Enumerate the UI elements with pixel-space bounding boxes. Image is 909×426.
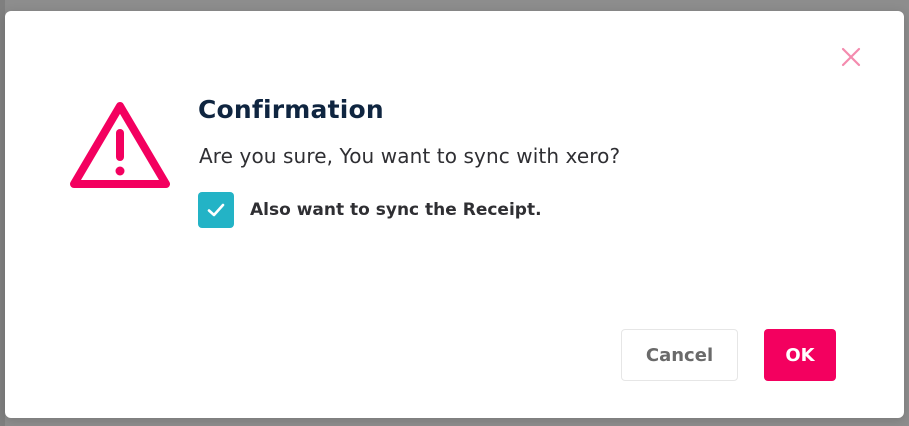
ok-button[interactable]: OK: [764, 329, 836, 381]
confirmation-dialog: Confirmation Are you sure, You want to s…: [5, 11, 904, 418]
checkmark-icon: [207, 203, 225, 217]
sync-receipt-checkbox[interactable]: [198, 192, 234, 228]
dialog-message: Are you sure, You want to sync with xero…: [199, 144, 621, 168]
cancel-button[interactable]: Cancel: [621, 329, 738, 381]
sync-receipt-option[interactable]: Also want to sync the Receipt.: [198, 192, 542, 228]
close-button[interactable]: [838, 44, 864, 70]
warning-triangle-icon: [70, 102, 170, 188]
dialog-title: Confirmation: [198, 95, 384, 124]
close-icon: [841, 47, 861, 67]
sync-receipt-label: Also want to sync the Receipt.: [250, 200, 542, 220]
